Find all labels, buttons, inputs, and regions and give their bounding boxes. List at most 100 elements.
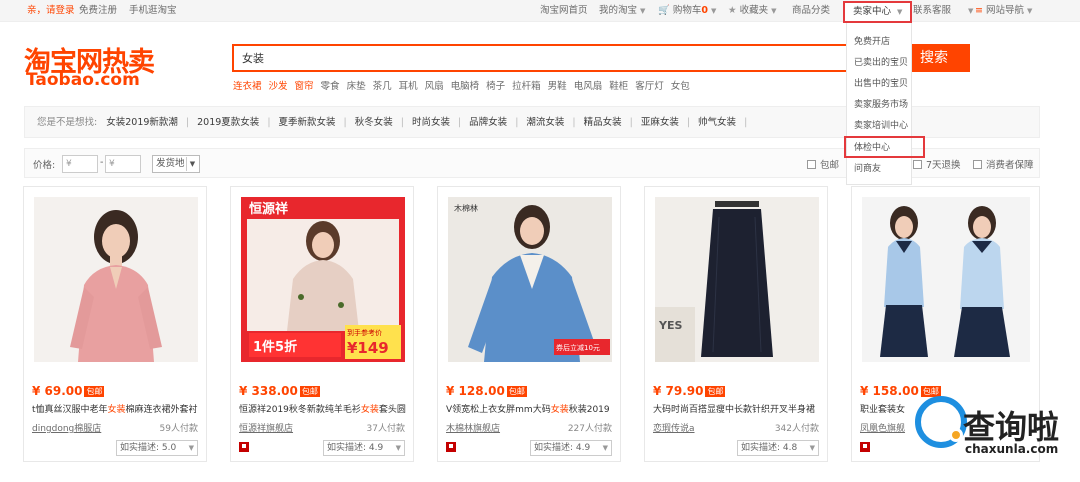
- categories-link[interactable]: 商品分类: [792, 0, 830, 22]
- mobile-taobao-link[interactable]: 手机逛淘宝: [129, 0, 177, 22]
- sold-count: 342人付款: [774, 424, 819, 434]
- sold-count: 227人付款: [567, 424, 612, 434]
- login-link[interactable]: 亲，请登录: [27, 0, 75, 22]
- price-dash: -: [100, 157, 104, 168]
- suggestion-link[interactable]: 品牌女装: [469, 117, 507, 128]
- product-card-1[interactable]: ¥ 69.00 包邮 t恤真丝汉服中老年女装棉麻连衣裙外套衬 dingdong棉服…: [23, 186, 207, 462]
- product-title[interactable]: 职业套装女: [860, 402, 920, 415]
- seller-center-menu[interactable]: 卖家中心 ▼: [843, 1, 912, 23]
- hot-word-link[interactable]: 窗帘: [295, 81, 314, 92]
- consumer-checkbox[interactable]: [973, 160, 982, 169]
- divider: |: [744, 117, 748, 128]
- hot-word-link[interactable]: 客厅灯: [635, 81, 664, 92]
- hot-word-link[interactable]: 电脑椅: [451, 81, 480, 92]
- product-title[interactable]: V领宽松上衣女胖mm大码女装秋装2019: [446, 402, 616, 415]
- hot-word-link[interactable]: 沙发: [269, 81, 288, 92]
- shop-link[interactable]: 恒源祥旗舰店: [239, 421, 293, 434]
- register-link[interactable]: 免费注册: [79, 0, 117, 22]
- divider: |: [400, 117, 404, 128]
- suggestion-link[interactable]: 时尚女装: [412, 117, 450, 128]
- rating-select[interactable]: 如实描述: 5.0 ▼: [116, 440, 198, 456]
- free-shipping-filter[interactable]: 包邮: [807, 157, 839, 171]
- product-title[interactable]: t恤真丝汉服中老年女装棉麻连衣裙外套衬: [32, 402, 202, 415]
- my-taobao-link[interactable]: 我的淘宝 ▼: [599, 0, 645, 22]
- menu-item-open-shop[interactable]: 免费开店: [854, 34, 890, 47]
- hot-word-link[interactable]: 椅子: [486, 81, 505, 92]
- promo-price: ¥149: [347, 339, 389, 357]
- menu-item-sold-items[interactable]: 已卖出的宝贝: [854, 55, 908, 68]
- product-title[interactable]: 恒源祥2019秋冬新款纯羊毛衫女装套头圆: [239, 402, 409, 415]
- max-price-input[interactable]: ¥: [105, 155, 141, 173]
- free-shipping-checkbox[interactable]: [807, 160, 816, 169]
- site-nav-link[interactable]: ≡ 网站导航 ▼: [975, 0, 1032, 22]
- search-input[interactable]: [234, 46, 892, 70]
- suggestion-link[interactable]: 亚麻女装: [641, 117, 679, 128]
- divider: |: [572, 117, 576, 128]
- promo-badge: 券后立减10元: [556, 343, 600, 352]
- chevron-down-icon: ▼: [711, 7, 717, 15]
- seller-center-label: 卖家中心: [853, 6, 892, 17]
- product-price: ¥ 338.00 包邮: [239, 384, 320, 398]
- suggestion-link[interactable]: 2019夏款女装: [197, 117, 259, 128]
- suggestion-link[interactable]: 秋冬女装: [355, 117, 393, 128]
- tmall-icon: [446, 442, 456, 452]
- favorites-link[interactable]: ★ 收藏夹 ▼: [728, 0, 776, 22]
- price-label: 价格:: [33, 160, 56, 171]
- consumer-protection-filter[interactable]: 消费者保障: [973, 157, 1034, 171]
- hot-word-link[interactable]: 电风扇: [574, 81, 603, 92]
- hot-word-link[interactable]: 耳机: [399, 81, 418, 92]
- chevron-down-icon: ▼: [809, 444, 815, 452]
- suggestion-link[interactable]: 潮流女装: [526, 117, 564, 128]
- seven-day-return-filter[interactable]: 7天退换: [913, 157, 961, 171]
- menu-item-service-market[interactable]: 卖家服务市场: [854, 97, 908, 110]
- menu-item-training-center[interactable]: 卖家培训中心: [854, 118, 908, 131]
- chevron-down-icon: ▼: [188, 444, 194, 452]
- hot-word-link[interactable]: 女包: [671, 81, 690, 92]
- hot-word-link[interactable]: 零食: [321, 81, 340, 92]
- shop-link[interactable]: 木棉林旗舰店: [446, 421, 500, 434]
- min-price-input[interactable]: ¥: [62, 155, 98, 173]
- product-image[interactable]: [34, 197, 198, 362]
- suggestion-link[interactable]: 帅气女装: [698, 117, 736, 128]
- suggestion-link[interactable]: 夏季新款女装: [279, 117, 336, 128]
- menu-item-ask-peers[interactable]: 问商友: [854, 161, 881, 174]
- shop-link[interactable]: 凤凰色旗舰: [860, 421, 905, 434]
- product-image[interactable]: [862, 197, 1030, 362]
- hot-word-link[interactable]: 连衣裙: [233, 81, 262, 92]
- product-image[interactable]: 恒源祥 1件5折 到手参考价 ¥149: [241, 197, 405, 362]
- suggestion-link[interactable]: 精品女装: [584, 117, 622, 128]
- hot-word-link[interactable]: 茶几: [373, 81, 392, 92]
- hot-word-link[interactable]: 拉杆箱: [512, 81, 541, 92]
- chevron-down-icon: ▼: [395, 444, 401, 452]
- free-shipping-badge: 包邮: [506, 386, 527, 397]
- menu-item-on-sale-items[interactable]: 出售中的宝贝: [854, 76, 908, 89]
- seven-day-checkbox[interactable]: [913, 160, 922, 169]
- hot-word-link[interactable]: 风扇: [425, 81, 444, 92]
- product-image[interactable]: YES: [655, 197, 819, 362]
- product-title[interactable]: 大码时尚百搭显瘦中长款针织开叉半身裙: [653, 402, 823, 415]
- suggestion-link[interactable]: 女装2019新款潮: [106, 117, 178, 128]
- divider: |: [267, 117, 271, 128]
- product-card-4[interactable]: YES ¥ 79.90 包邮 大码时尚百搭显瘦中长款针织开叉半身裙 恋瑕传说a 3…: [644, 186, 828, 462]
- cart-icon: 🛒: [658, 5, 670, 16]
- contact-service-link[interactable]: 联系客服: [913, 0, 951, 22]
- product-card-2[interactable]: 恒源祥 1件5折 到手参考价 ¥149 ¥ 338.00 包邮 恒源祥2019秋冬…: [230, 186, 414, 462]
- product-image[interactable]: 木棉林 券后立减10元: [448, 197, 612, 362]
- rating-select[interactable]: 如实描述: 4.9 ▼: [530, 440, 612, 456]
- taobao-home-link[interactable]: 淘宝网首页: [540, 0, 588, 22]
- product-card-3[interactable]: 木棉林 券后立减10元 ¥ 128.00 包邮 V领宽松上衣女胖mm大码女装秋装2…: [437, 186, 621, 462]
- free-shipping-badge: 包邮: [84, 386, 105, 397]
- rating-select[interactable]: 如实描述: 4.8 ▼: [737, 440, 819, 456]
- hot-word-link[interactable]: 鞋柜: [609, 81, 628, 92]
- ship-from-select[interactable]: 发货地 ▼: [152, 155, 200, 173]
- hot-word-link[interactable]: 床垫: [347, 81, 366, 92]
- sold-count: 59人付款: [159, 424, 198, 434]
- shop-link[interactable]: 恋瑕传说a: [653, 421, 695, 434]
- cart-link[interactable]: 🛒 购物车0 ▼: [658, 0, 716, 22]
- rating-select[interactable]: 如实描述: 4.9 ▼: [323, 440, 405, 456]
- logo-en[interactable]: Taobao.com: [26, 70, 140, 90]
- search-box: [232, 44, 894, 72]
- shop-link[interactable]: dingdong棉服店: [32, 421, 101, 434]
- hot-word-link[interactable]: 男鞋: [548, 81, 567, 92]
- cart-count: 0: [701, 5, 709, 16]
